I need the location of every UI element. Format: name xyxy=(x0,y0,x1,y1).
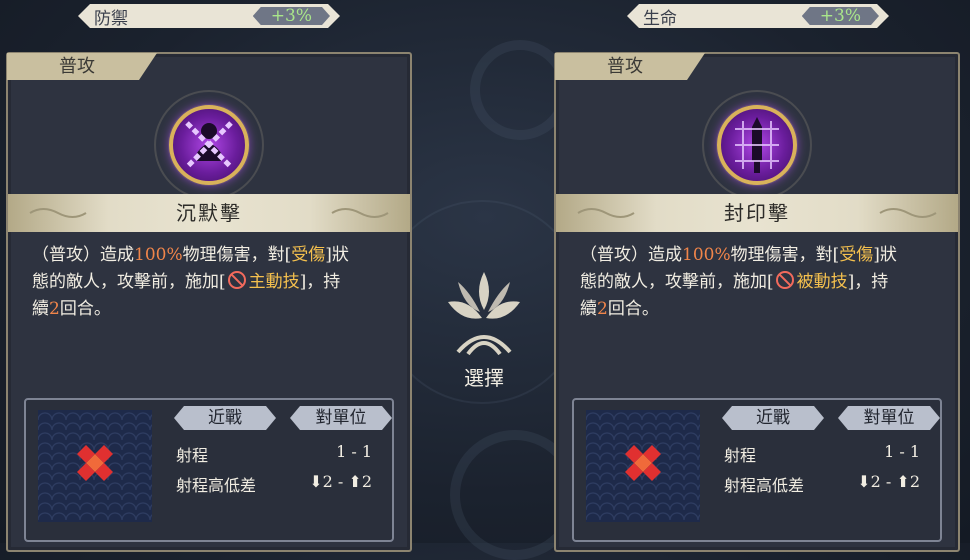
range-value: 1 - 1 xyxy=(884,442,920,461)
chained-silhouette-icon xyxy=(169,105,249,185)
skill-name-banner: 封印擊 xyxy=(556,194,958,232)
skill-name-banner: 沉默擊 xyxy=(8,194,410,232)
range-label: 射程 xyxy=(724,446,757,465)
range-info-box: 近戰 對單位 射程 1 - 1 射程高低差 ⬇2 - ⬆2 xyxy=(24,398,394,542)
card-tab: 普攻 xyxy=(7,53,157,80)
skill-emblem xyxy=(154,90,264,200)
height-diff-label: 射程高低差 xyxy=(176,476,257,495)
choose-button[interactable]: 選擇 xyxy=(428,262,540,392)
range-grid xyxy=(38,410,152,522)
ban-icon xyxy=(775,271,794,289)
height-diff-label: 射程高低差 xyxy=(724,476,805,495)
stat-name: 防禦 xyxy=(94,8,128,29)
chip-melee: 近戰 xyxy=(174,406,276,430)
skill-description: （普攻）造成100%物理傷害，對[受傷]狀 態的敵人，攻擊前，施加[被動技]，持… xyxy=(580,245,897,319)
card-tab: 普攻 xyxy=(555,53,705,80)
skill-card-right[interactable]: 普攻 封印擊 （普攻）造成100%物理傷害，對[受傷]狀 態的敵人，攻擊前，施加… xyxy=(554,52,960,552)
chip-single-target: 對單位 xyxy=(290,406,392,430)
range-grid xyxy=(586,410,700,522)
stat-name: 生命 xyxy=(643,8,677,29)
range-label: 射程 xyxy=(176,446,209,465)
skill-name: 沉默擊 xyxy=(176,201,242,225)
chip-single-target: 對單位 xyxy=(838,406,940,430)
range-value: 1 - 1 xyxy=(336,442,372,461)
skill-name: 封印擊 xyxy=(724,201,790,225)
height-diff-value: ⬇2 - ⬆2 xyxy=(857,472,920,491)
height-diff-value: ⬇2 - ⬆2 xyxy=(309,472,372,491)
skill-description: （普攻）造成100%物理傷害，對[受傷]狀 態的敵人，攻擊前，施加[主動技]，持… xyxy=(32,245,349,319)
tree-emblem-icon xyxy=(448,272,520,356)
skill-card-left[interactable]: 普攻 沉默擊 （普攻）造成100%物理傷害，對[受傷]狀 態的敵人，攻擊前，施加… xyxy=(6,52,412,552)
stat-value: +3% xyxy=(802,7,879,25)
right-stat-bonus: 生命 +3% xyxy=(627,4,889,28)
skill-emblem xyxy=(702,90,812,200)
choose-label: 選擇 xyxy=(464,366,504,390)
sealed-sword-icon xyxy=(717,105,797,185)
stat-value: +3% xyxy=(253,7,330,25)
left-stat-bonus: 防禦 +3% xyxy=(78,4,340,28)
chip-melee: 近戰 xyxy=(722,406,824,430)
ban-icon xyxy=(227,271,246,289)
range-info-box: 近戰 對單位 射程 1 - 1 射程高低差 ⬇2 - ⬆2 xyxy=(572,398,942,542)
